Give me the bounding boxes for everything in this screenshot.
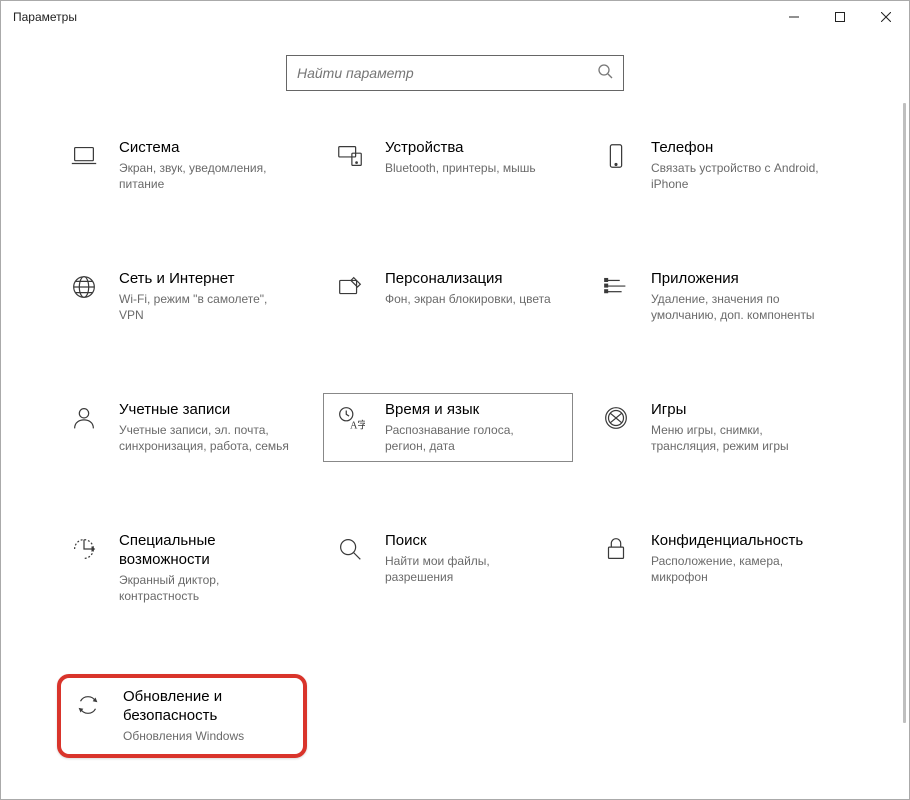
tile-title: Специальные возможности: [119, 532, 295, 570]
update-icon: [71, 690, 105, 724]
devices-icon: [333, 141, 367, 175]
tile-title: Сеть и Интернет: [119, 270, 289, 289]
tile-ease-of-access[interactable]: Специальные возможности Экранный диктор,…: [57, 524, 307, 612]
tile-sub: Меню игры, снимки, трансляция, режим игр…: [651, 422, 821, 454]
search-box[interactable]: [286, 55, 624, 91]
tile-sub: Фон, экран блокировки, цвета: [385, 291, 551, 307]
search-icon: [597, 63, 613, 84]
lock-icon: [599, 534, 633, 568]
tile-devices[interactable]: Устройства Bluetooth, принтеры, мышь: [323, 131, 573, 200]
tile-sub: Bluetooth, принтеры, мышь: [385, 160, 536, 176]
content-area: Система Экран, звук, уведомления, питани…: [1, 33, 909, 799]
accounts-icon: [67, 403, 101, 437]
maximize-button[interactable]: [817, 1, 863, 33]
tile-sub: Распознавание голоса, регион, дата: [385, 422, 555, 454]
personalization-icon: [333, 272, 367, 306]
tile-title: Персонализация: [385, 270, 551, 289]
titlebar: Параметры: [1, 1, 909, 33]
tile-title: Обновление и безопасность: [123, 688, 285, 726]
tile-sub: Экранный диктор, контрастность: [119, 572, 289, 604]
search-input[interactable]: [297, 65, 597, 81]
tile-sub: Удаление, значения по умолчанию, доп. ко…: [651, 291, 821, 323]
tile-gaming[interactable]: Игры Меню игры, снимки, трансляция, режи…: [589, 393, 839, 462]
apps-icon: [599, 272, 633, 306]
tile-network[interactable]: Сеть и Интернет Wi-Fi, режим "в самолете…: [57, 262, 307, 331]
window-title: Параметры: [13, 10, 77, 24]
tile-system[interactable]: Система Экран, звук, уведомления, питани…: [57, 131, 307, 200]
scrollbar-thumb[interactable]: [903, 103, 906, 723]
tile-title: Конфиденциальность: [651, 532, 821, 551]
tile-title: Время и язык: [385, 401, 555, 420]
tile-sub: Учетные записи, эл. почта, синхронизация…: [119, 422, 289, 454]
globe-icon: [67, 272, 101, 306]
tile-title: Система: [119, 139, 289, 158]
tile-title: Приложения: [651, 270, 821, 289]
svg-text:A字: A字: [350, 419, 365, 432]
minimize-button[interactable]: [771, 1, 817, 33]
search-category-icon: [333, 534, 367, 568]
tile-search[interactable]: Поиск Найти мои файлы, разрешения: [323, 524, 573, 612]
laptop-icon: [67, 141, 101, 175]
tile-sub: Обновления Windows: [123, 728, 285, 744]
tile-title: Учетные записи: [119, 401, 289, 420]
close-button[interactable]: [863, 1, 909, 33]
tile-privacy[interactable]: Конфиденциальность Расположение, камера,…: [589, 524, 839, 612]
tile-sub: Wi-Fi, режим "в самолете", VPN: [119, 291, 289, 323]
tile-accounts[interactable]: Учетные записи Учетные записи, эл. почта…: [57, 393, 307, 462]
tile-sub: Найти мои файлы, разрешения: [385, 553, 555, 585]
tile-sub: Расположение, камера, микрофон: [651, 553, 821, 585]
tile-title: Устройства: [385, 139, 536, 158]
tile-personalization[interactable]: Персонализация Фон, экран блокировки, цв…: [323, 262, 573, 331]
tile-update-security[interactable]: Обновление и безопасность Обновления Win…: [57, 674, 307, 758]
phone-icon: [599, 141, 633, 175]
settings-grid: Система Экран, звук, уведомления, питани…: [1, 101, 909, 758]
tile-apps[interactable]: Приложения Удаление, значения по умолчан…: [589, 262, 839, 331]
tile-phone[interactable]: Телефон Связать устройство с Android, iP…: [589, 131, 839, 200]
tile-title: Телефон: [651, 139, 821, 158]
ease-of-access-icon: [67, 534, 101, 568]
tile-title: Поиск: [385, 532, 555, 551]
tile-sub: Связать устройство с Android, iPhone: [651, 160, 821, 192]
time-language-icon: A字: [333, 403, 367, 437]
tile-sub: Экран, звук, уведомления, питание: [119, 160, 289, 192]
tile-title: Игры: [651, 401, 821, 420]
tile-time-language[interactable]: A字 Время и язык Распознавание голоса, ре…: [323, 393, 573, 462]
scrollbar[interactable]: [901, 103, 907, 743]
gaming-icon: [599, 403, 633, 437]
